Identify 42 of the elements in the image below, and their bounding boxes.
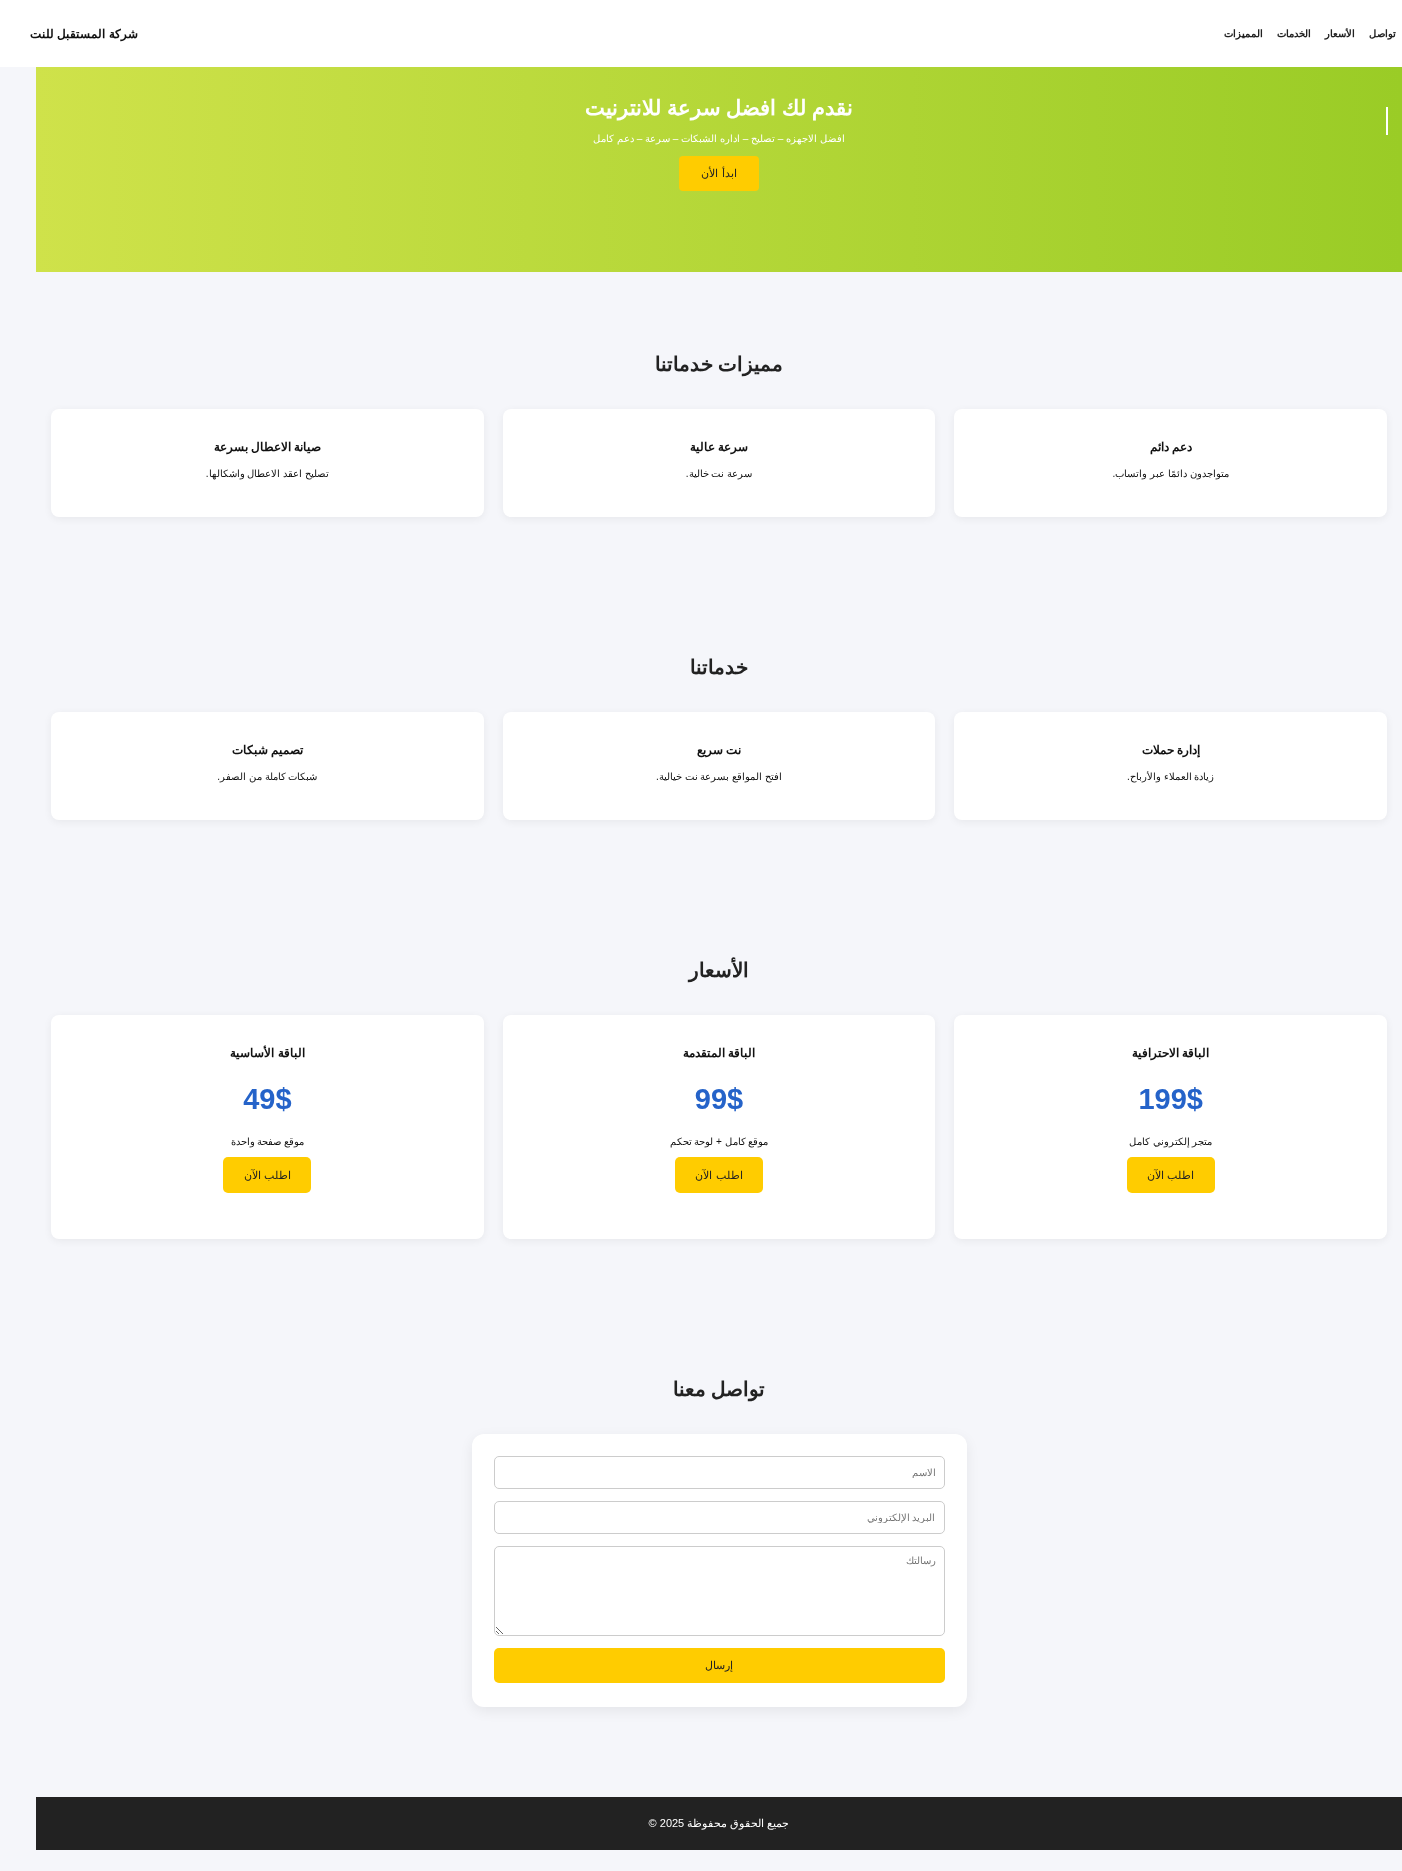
- card-text: تصليح اعقد الاعطال واشكالها.: [204, 467, 330, 481]
- card-text: افتح المواقع بسرعة نت خيالية.: [655, 770, 783, 784]
- input-field[interactable]: الاسم: [493, 1456, 945, 1489]
- card-title: دعم دائم: [1148, 439, 1193, 455]
- nav-link[interactable]: الخدمات: [1277, 28, 1311, 39]
- section-title: مميزات خدماتنا: [653, 352, 785, 376]
- section-title: خدماتنا: [689, 655, 749, 679]
- plan-name: الباقة المتقدمة: [681, 1045, 757, 1061]
- copyright-text: جميع الحقوق محفوظة 2025 ©: [648, 1817, 790, 1830]
- card-title: سرعة عالية: [688, 439, 750, 455]
- brand-name: شركة المستقبل للنت: [30, 26, 138, 41]
- plan-description: متجر إلكتروني كامل: [1127, 1135, 1214, 1149]
- message-field[interactable]: رسالتك: [493, 1546, 945, 1636]
- section-title: تواصل معنا: [671, 1377, 767, 1401]
- order-button[interactable]: اطلب الآن: [1126, 1157, 1215, 1193]
- plan-description: موقع صفحة واحدة: [229, 1135, 306, 1149]
- card-title: نت سريع: [695, 742, 743, 758]
- card-title: تصميم شبكات: [230, 742, 305, 758]
- order-button[interactable]: اطلب الآن: [675, 1157, 763, 1193]
- plan-name: الباقة الاحترافية: [1131, 1045, 1211, 1061]
- card-title: صيانة الاعطال بسرعة: [212, 439, 323, 455]
- send-button[interactable]: إرسال: [493, 1648, 945, 1683]
- cursor-line-icon: [1386, 107, 1388, 135]
- plan-description: موقع كامل + لوحة تحكم: [668, 1135, 770, 1149]
- plan-price: 49$: [242, 1082, 293, 1117]
- card-text: شبكات كاملة من الصفر.: [216, 770, 319, 784]
- card-text: متواجدون دائمًا عبر واتساب.: [1111, 467, 1230, 481]
- plan-name: الباقة الأساسية: [229, 1045, 306, 1061]
- section-title: الأسعار: [686, 958, 750, 982]
- nav-link[interactable]: المميزات: [1224, 28, 1263, 39]
- hero-title: نقدم لك افضل سرعة للانترنيت: [584, 95, 854, 123]
- start-button[interactable]: ابدأ الأن: [679, 156, 759, 191]
- card-title: إدارة حملات: [1140, 742, 1201, 758]
- card-text: سرعة نت خالية.: [684, 467, 754, 481]
- plan-price: 199$: [1137, 1082, 1204, 1117]
- order-button[interactable]: اطلب الآن: [223, 1157, 312, 1193]
- plan-price: 99$: [693, 1082, 745, 1117]
- nav-link[interactable]: تواصل: [1369, 28, 1396, 39]
- input-field[interactable]: البريد الإلكتروني: [493, 1501, 945, 1534]
- hero-subtitle: افضل الاجهزه – تصليح – اداره الشبكات – سرعة – دعم كامل: [593, 133, 845, 144]
- nav-link[interactable]: الأسعار: [1325, 28, 1355, 39]
- card-text: زيادة العملاء والأرباح.: [1126, 770, 1216, 784]
